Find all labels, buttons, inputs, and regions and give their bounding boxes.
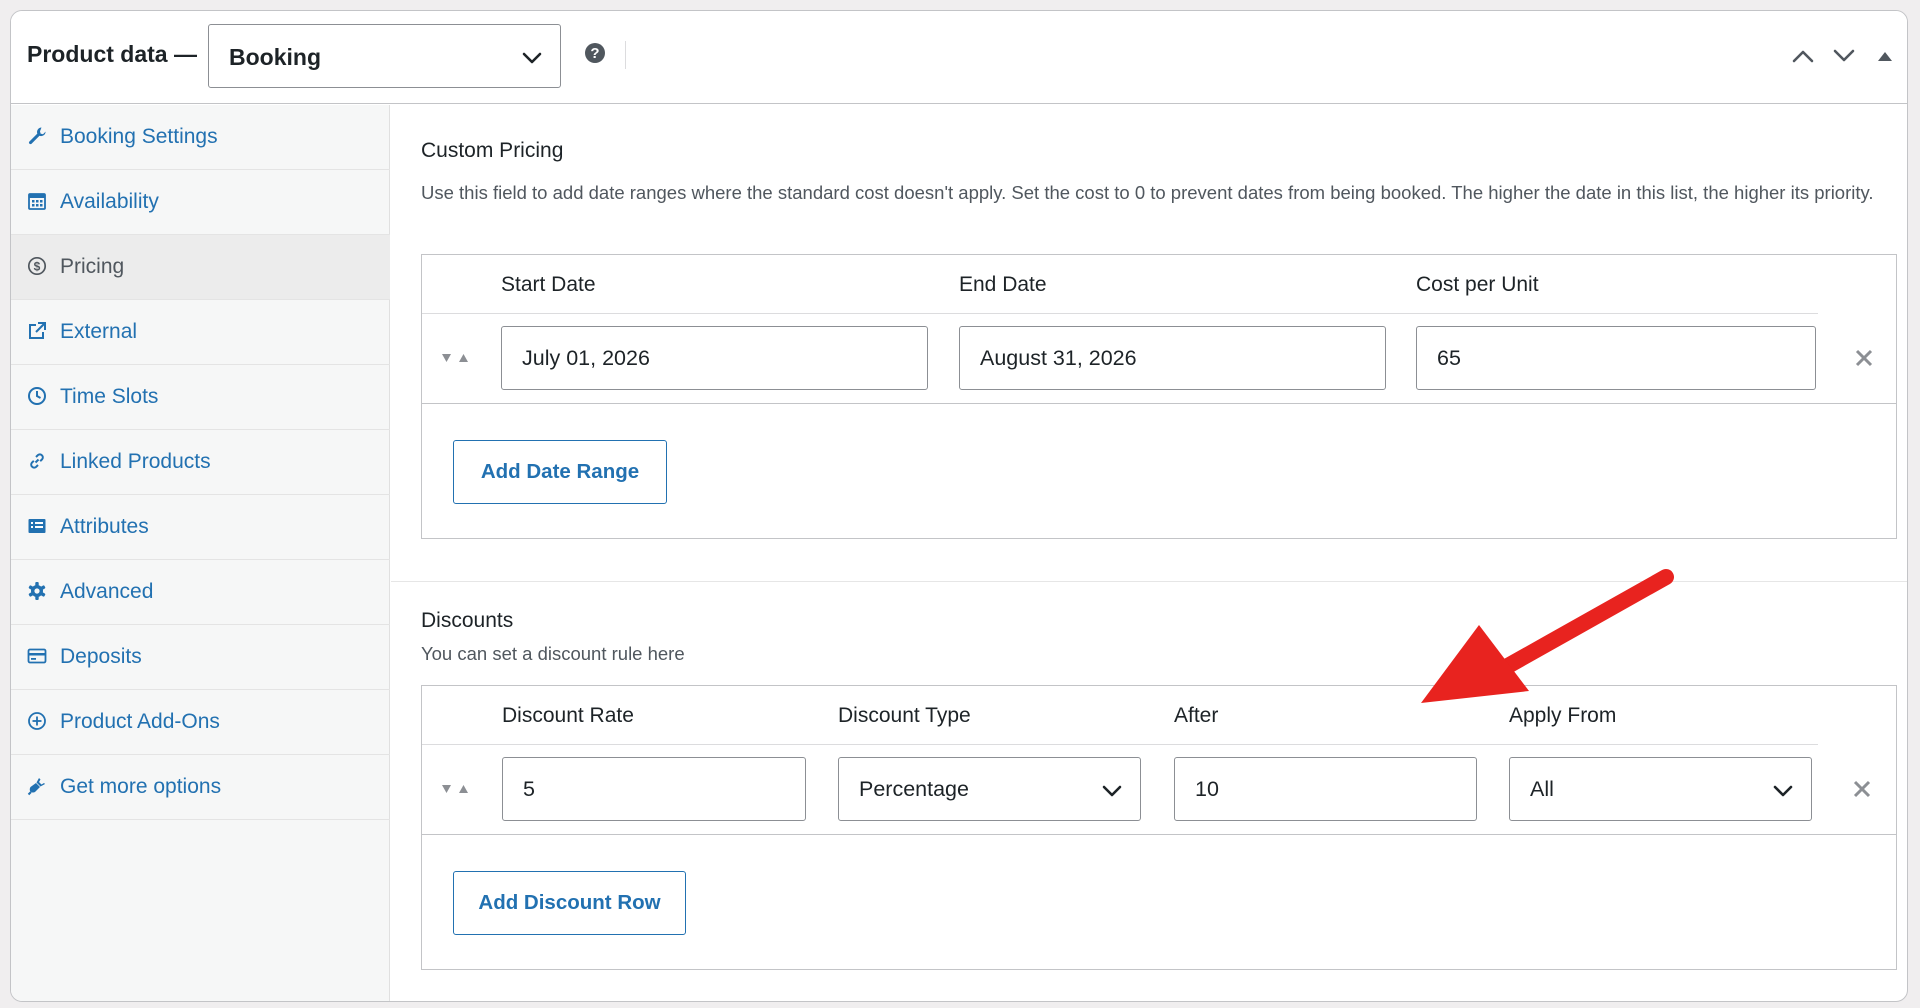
sidebar-item-deposits[interactable]: Deposits — [11, 625, 390, 690]
column-discount-rate: Discount Rate — [502, 704, 634, 727]
wrench-icon — [28, 127, 46, 145]
cost-per-unit-input[interactable]: 65 — [1416, 326, 1816, 390]
sidebar-item-label: Availability — [60, 190, 159, 213]
panel-header: Product data — Booking ? — [11, 11, 1907, 104]
product-type-select[interactable]: Booking — [208, 24, 561, 88]
sidebar-item-pricing[interactable]: $ Pricing — [11, 235, 390, 300]
column-apply-from: Apply From — [1509, 704, 1617, 727]
cost-value: 65 — [1437, 346, 1461, 370]
discounts-table: Discount Rate Discount Type After Apply … — [421, 685, 1897, 970]
annotation-arrow-icon — [1421, 569, 1674, 703]
svg-text:$: $ — [34, 260, 41, 274]
chevron-down-icon — [1102, 785, 1122, 797]
custom-pricing-table: Start Date End Date Cost per Unit July 0… — [421, 254, 1897, 539]
sidebar-item-label: Product Add-Ons — [60, 710, 220, 733]
sidebar-item-label: Time Slots — [60, 385, 159, 408]
external-link-icon — [29, 322, 46, 339]
sort-handle-icon[interactable] — [440, 351, 470, 365]
triangle-up-icon[interactable] — [1873, 47, 1897, 65]
custom-pricing-title: Custom Pricing — [421, 139, 564, 162]
sidebar-item-label: External — [60, 320, 138, 343]
plus-circle-icon — [28, 712, 46, 730]
row-divider — [422, 403, 1896, 404]
sort-handle-icon[interactable] — [440, 782, 470, 796]
column-discount-type: Discount Type — [838, 704, 971, 727]
chevron-up-icon[interactable] — [1791, 47, 1815, 65]
remove-row-icon[interactable] — [1853, 780, 1871, 798]
sidebar-item-booking-settings[interactable]: Booking Settings — [11, 105, 390, 170]
header-divider — [422, 744, 1818, 745]
sidebar-item-label: Get more options — [60, 775, 222, 798]
custom-pricing-description: Use this field to add date ranges where … — [421, 182, 1874, 203]
header-divider — [422, 313, 1818, 314]
discount-rate-input[interactable]: 5 — [502, 757, 806, 821]
end-date-input[interactable]: August 31, 2026 — [959, 326, 1386, 390]
sidebar-item-label: Booking Settings — [60, 125, 218, 148]
product-type-value: Booking — [229, 44, 321, 70]
discounts-title: Discounts — [421, 609, 514, 632]
gear-icon — [28, 582, 46, 600]
sidebar-item-external[interactable]: External — [11, 300, 390, 365]
sidebar-item-availability[interactable]: Availability — [11, 170, 390, 235]
sidebar-item-label: Pricing — [60, 255, 125, 278]
sidebar-item-product-add-ons[interactable]: Product Add-Ons — [11, 690, 390, 755]
remove-row-icon[interactable] — [1855, 349, 1873, 367]
question-circle-icon[interactable]: ? — [584, 42, 606, 64]
chevron-down-icon — [522, 52, 542, 64]
start-date-value: July 01, 2026 — [522, 346, 650, 370]
column-start-date: Start Date — [501, 273, 596, 296]
header-separator — [625, 41, 626, 69]
add-date-range-button[interactable]: Add Date Range — [453, 440, 667, 504]
calendar-icon — [28, 193, 46, 210]
sidebar-item-label: Linked Products — [60, 450, 211, 473]
sidebar-item-label: Deposits — [60, 645, 142, 668]
plugin-icon — [27, 778, 45, 796]
add-discount-row-button[interactable]: Add Discount Row — [453, 871, 686, 935]
panel-title: Product data — — [27, 41, 197, 67]
dollar-circle-icon: $ — [27, 256, 47, 276]
discount-rate-value: 5 — [523, 777, 535, 801]
sidebar-item-label: Attributes — [60, 515, 149, 538]
apply-from-select[interactable]: All — [1509, 757, 1812, 821]
sidebar-item-get-more-options[interactable]: Get more options — [11, 755, 390, 820]
sidebar-item-time-slots[interactable]: Time Slots — [11, 365, 390, 430]
end-date-value: August 31, 2026 — [980, 346, 1137, 370]
discount-type-value: Percentage — [859, 777, 969, 801]
product-data-tabs: Booking Settings Availability $ Pricing … — [11, 105, 390, 1001]
card-icon — [27, 648, 47, 664]
clock-icon — [28, 387, 46, 405]
column-end-date: End Date — [959, 273, 1047, 296]
start-date-input[interactable]: July 01, 2026 — [501, 326, 928, 390]
column-after: After — [1174, 704, 1219, 727]
sidebar-item-label: Advanced — [60, 580, 154, 603]
sidebar-item-attributes[interactable]: Attributes — [11, 495, 390, 560]
list-table-icon — [28, 519, 46, 533]
sidebar-item-linked-products[interactable]: Linked Products — [11, 430, 390, 495]
sidebar-item-advanced[interactable]: Advanced — [11, 560, 390, 625]
column-cost-per-unit: Cost per Unit — [1416, 273, 1539, 296]
chevron-down-icon — [1773, 785, 1793, 797]
pricing-panel: Custom Pricing Use this field to add dat… — [391, 105, 1907, 1001]
product-data-panel: Product data — Booking ? Booking Setting… — [10, 10, 1908, 1002]
after-input[interactable]: 10 — [1174, 757, 1477, 821]
row-divider — [422, 834, 1896, 835]
after-value: 10 — [1195, 777, 1219, 801]
discount-type-select[interactable]: Percentage — [838, 757, 1141, 821]
chevron-down-icon[interactable] — [1832, 47, 1856, 65]
link-icon — [30, 453, 44, 469]
apply-from-value: All — [1530, 777, 1554, 801]
svg-text:?: ? — [590, 45, 599, 62]
